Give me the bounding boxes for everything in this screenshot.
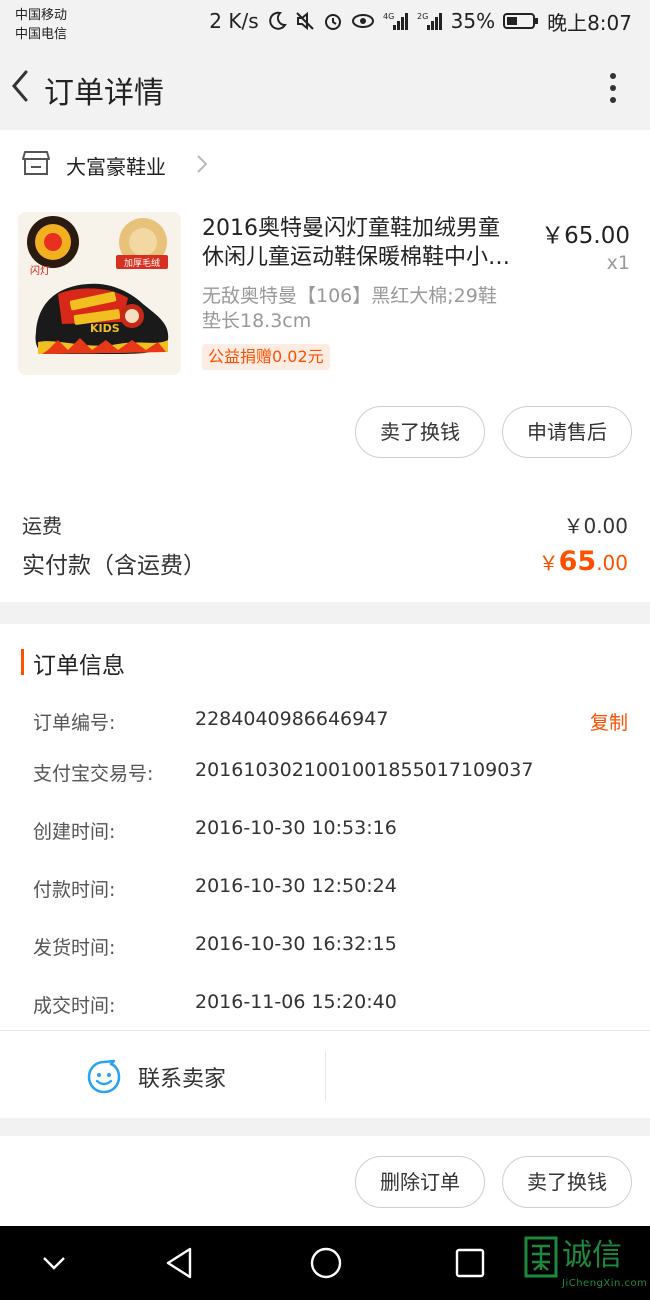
battery-icon <box>503 11 539 31</box>
square-recents-icon <box>455 1248 485 1278</box>
order-info-title: 订单信息 <box>33 653 125 679</box>
nav-home-button[interactable] <box>308 1244 344 1286</box>
image-label-flash: 闪灯 <box>30 264 50 277</box>
clock: 晚上8:07 <box>547 10 632 35</box>
svg-text:4G: 4G <box>383 12 394 21</box>
alipay-number-label: 支付宝交易号: <box>33 763 154 785</box>
shipping-row: 运费 ￥0.00 <box>22 510 628 538</box>
image-label-fleece: 加厚毛绒 <box>124 257 160 269</box>
total-currency: ￥ <box>538 551 559 575</box>
app-header: 订单详情 <box>0 44 650 130</box>
chevron-right-icon <box>196 154 208 178</box>
shipped-time-value: 2016-10-30 16:32:15 <box>195 933 397 955</box>
alipay-number-value: 2016103021001001855017109037 <box>195 759 534 781</box>
image-label-brand: KIDS <box>90 322 120 335</box>
chat-face-icon <box>87 1059 121 1094</box>
shipped-time-label: 发货时间: <box>33 937 116 959</box>
nav-recents-button[interactable] <box>454 1244 486 1286</box>
total-label: 实付款（含运费） <box>22 553 206 579</box>
more-button[interactable] <box>606 68 620 108</box>
contact-row: 联系卖家 <box>0 1031 650 1118</box>
after-sale-button[interactable]: 申请售后 <box>502 406 632 458</box>
page-title: 订单详情 <box>44 76 164 111</box>
product-title[interactable]: 2016奥特曼闪灯童鞋加绒男童 休闲儿童运动鞋保暖棉鞋中小… <box>202 214 532 272</box>
system-nav-bar: 诚信 JiChengXin.com <box>0 1226 650 1300</box>
more-vertical-icon <box>610 73 616 103</box>
eye-icon <box>351 11 375 31</box>
created-time-label: 创建时间: <box>33 821 116 843</box>
product-quantity: x1 <box>606 252 630 274</box>
shop-icon <box>22 150 50 180</box>
total-row: 实付款（含运费） ￥65.00 <box>22 546 628 582</box>
triangle-back-icon <box>166 1247 192 1279</box>
total-decimal: .00 <box>596 551 628 575</box>
chevron-left-icon <box>12 70 28 102</box>
total-main: 65 <box>558 546 597 577</box>
back-button[interactable] <box>6 66 36 106</box>
svg-text:2G: 2G <box>417 12 428 21</box>
paid-time-value: 2016-10-30 12:50:24 <box>195 875 397 897</box>
watermark-seal-icon <box>524 1236 558 1278</box>
shipping-value: ￥0.00 <box>563 514 628 538</box>
bottom-action-bar: 删除订单 卖了换钱 <box>0 1136 650 1226</box>
sell-button-bottom[interactable]: 卖了换钱 <box>502 1156 632 1208</box>
shop-name: 大富豪鞋业 <box>66 155 166 179</box>
status-icons: 2 K/s 4G 2G 35% 晚上8:07 <box>209 8 632 35</box>
product-sku-line1: 无敌奥特曼【106】黑红大棉;29鞋 <box>202 285 497 307</box>
product-sku-line2: 垫长18.3cm <box>202 310 312 332</box>
status-bar: 中国移动 中国电信 2 K/s 4G 2G 35% 晚上8:07 <box>0 0 650 44</box>
product-image[interactable]: 加厚毛绒 闪灯 KIDS <box>18 212 181 375</box>
watermark-logo: 诚信 JiChengXin.com <box>524 1230 648 1296</box>
charity-badge: 公益捐赠0.02元 <box>202 344 330 370</box>
product-title-line1: 2016奥特曼闪灯童鞋加绒男童 <box>202 216 500 241</box>
shop-row[interactable]: 大富豪鞋业 <box>0 130 650 198</box>
moon-icon <box>267 11 287 31</box>
order-number-value: 2284040986646947 <box>195 708 389 730</box>
order-info-card: 订单信息 订单编号: 2284040986646947 复制 支付宝交易号: 2… <box>0 624 650 1118</box>
network-speed: 2 K/s <box>209 9 259 33</box>
contact-seller-button[interactable]: 联系卖家 <box>86 1059 226 1095</box>
vertical-divider <box>325 1051 326 1101</box>
battery-percent: 35% <box>450 9 496 33</box>
alarm-icon <box>323 11 343 31</box>
carrier-1: 中国移动 <box>15 8 68 23</box>
watermark-sub: JiChengXin.com <box>562 1278 648 1289</box>
mute-icon <box>295 11 315 31</box>
contact-seller-label: 联系卖家 <box>138 1067 227 1092</box>
watermark-text: 诚信 <box>562 1238 622 1273</box>
delete-order-button[interactable]: 删除订单 <box>355 1156 485 1208</box>
product-price: ￥65.00 <box>541 223 630 249</box>
shipping-label: 运费 <box>22 514 62 538</box>
signal-4g-icon: 4G <box>383 11 409 31</box>
order-number-label: 订单编号: <box>33 712 116 734</box>
completed-time-value: 2016-11-06 15:20:40 <box>195 991 397 1013</box>
chevron-down-icon <box>43 1257 65 1270</box>
sell-button[interactable]: 卖了换钱 <box>355 406 485 458</box>
section-accent-bar <box>21 649 24 675</box>
nav-collapse-button[interactable] <box>40 1244 68 1286</box>
total-value: ￥65.00 <box>539 546 628 577</box>
paid-time-label: 付款时间: <box>33 879 116 901</box>
circle-home-icon <box>310 1247 342 1279</box>
carrier-2: 中国电信 <box>15 27 68 42</box>
copy-button[interactable]: 复制 <box>590 708 628 735</box>
signal-2g-icon: 2G <box>417 11 443 31</box>
completed-time-label: 成交时间: <box>33 995 116 1017</box>
product-sku: 无敌奥特曼【106】黑红大棉;29鞋 垫长18.3cm <box>202 284 532 334</box>
created-time-value: 2016-10-30 10:53:16 <box>195 817 397 839</box>
order-item-card: 大富豪鞋业 加厚毛绒 闪灯 KIDS 2016奥特曼闪灯童鞋加绒男童 休闲儿童运… <box>0 130 650 602</box>
nav-back-button[interactable] <box>164 1244 196 1286</box>
product-title-line2: 休闲儿童运动鞋保暖棉鞋中小… <box>202 245 511 270</box>
